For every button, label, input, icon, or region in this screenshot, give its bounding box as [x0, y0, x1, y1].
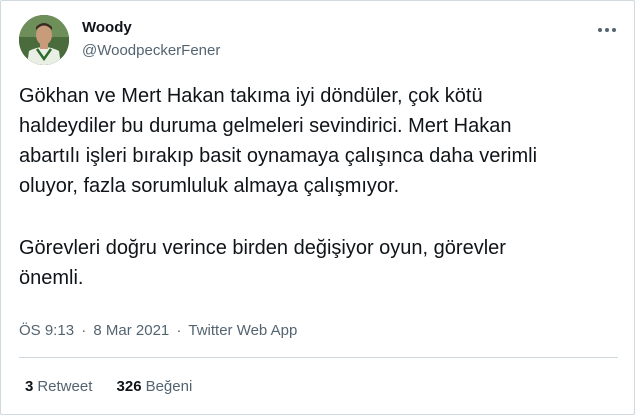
retweets-label: Retweet — [37, 378, 93, 395]
tweet-metadata: ÖS 9:13 · 8 Mar 2021 · Twitter Web App — [19, 322, 297, 340]
more-horizontal-icon[interactable] — [596, 23, 618, 37]
divider — [19, 357, 618, 358]
user-display-name[interactable]: Woody — [82, 19, 132, 37]
tweet-paragraph-2: Görevleri doğru verince birden değişiyor… — [19, 237, 506, 289]
tweet-stats: 3 Retweet 326 Beğeni — [25, 378, 212, 396]
meta-separator: · — [81, 322, 87, 339]
retweets-count: 3 — [25, 378, 34, 395]
tweet-time[interactable]: ÖS 9:13 — [19, 322, 74, 339]
meta-separator: · — [176, 322, 182, 339]
tweet-source[interactable]: Twitter Web App — [188, 322, 297, 339]
tweet-text: Gökhan ve Mert Hakan takıma iyi döndüler… — [19, 81, 619, 293]
likes-stat[interactable]: 326 Beğeni — [117, 378, 193, 396]
tweet-paragraph-1: Gökhan ve Mert Hakan takıma iyi döndüler… — [19, 85, 538, 197]
avatar[interactable] — [19, 15, 69, 65]
user-handle[interactable]: @WoodpeckerFener — [82, 42, 220, 60]
tweet-card: Woody @WoodpeckerFener Gökhan ve Mert Ha… — [0, 0, 635, 415]
likes-count: 326 — [116, 378, 142, 395]
likes-label: Beğeni — [145, 378, 193, 395]
retweets-stat[interactable]: 3 Retweet — [25, 378, 92, 396]
tweet-date[interactable]: 8 Mar 2021 — [93, 322, 169, 339]
avatar-photo — [19, 15, 69, 65]
